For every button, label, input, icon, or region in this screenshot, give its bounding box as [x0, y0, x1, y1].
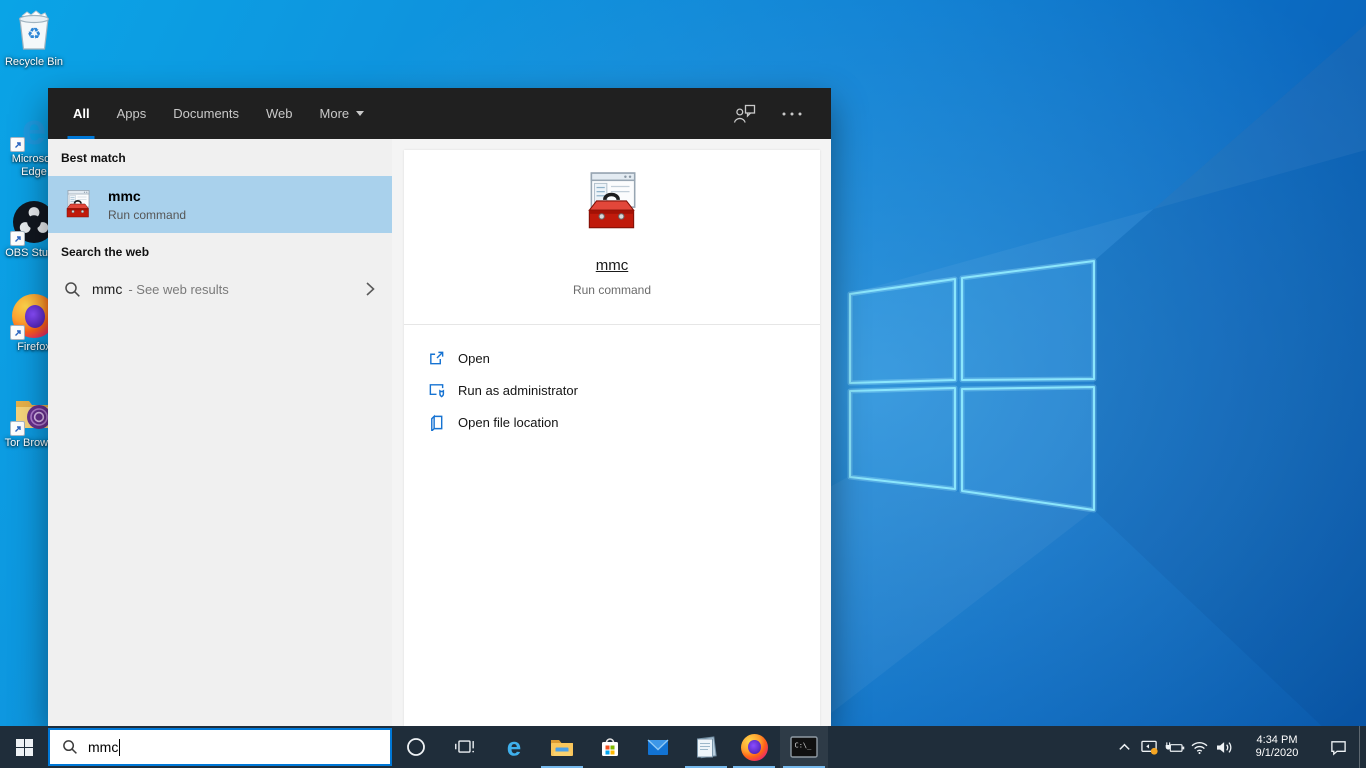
shortcut-arrow-icon: [10, 137, 25, 152]
actions-list: Open Run as administrator Open file loca…: [404, 325, 820, 438]
tab-label: More: [319, 106, 350, 121]
search-query-text: mmc: [88, 739, 119, 755]
edge-icon: e: [507, 734, 521, 760]
tab-web[interactable]: Web: [266, 88, 293, 139]
action-open[interactable]: Open: [428, 342, 820, 374]
chevron-down-icon: [356, 111, 365, 116]
action-label: Run as administrator: [458, 382, 578, 398]
action-center-icon: [1330, 740, 1346, 756]
tab-more[interactable]: More: [320, 88, 365, 139]
file-explorer-icon: [551, 740, 573, 756]
best-match-header: Best match: [61, 151, 126, 165]
show-desktop-button[interactable]: [1359, 726, 1366, 768]
web-result-mmc[interactable]: mmc - See web results: [48, 270, 392, 308]
shortcut-arrow-icon: [10, 421, 25, 436]
taskbar: mmc e C:\_ 4:34 PM 9/1/2020: [0, 726, 1366, 768]
cortana-button[interactable]: [392, 726, 440, 768]
tray-display-status-icon[interactable]: [1137, 726, 1162, 768]
search-icon: [62, 739, 78, 755]
mail-icon: [647, 739, 669, 755]
svg-text:e: e: [507, 734, 521, 760]
svg-text:e: e: [22, 106, 46, 150]
result-title: mmc: [108, 187, 141, 204]
shortcut-arrow-icon: [10, 231, 25, 246]
result-subtitle: Run command: [108, 207, 187, 222]
tray-battery-icon[interactable]: [1162, 726, 1187, 768]
taskbar-app-firefox[interactable]: [730, 726, 778, 768]
start-search-panel: All Apps Documents Web More Best match m…: [48, 88, 831, 726]
firefox-icon: [740, 733, 768, 761]
preview-section: mmc Run command: [404, 150, 820, 325]
task-view-button[interactable]: [440, 726, 488, 768]
clock-time: 4:34 PM: [1256, 734, 1298, 746]
web-query: mmc: [92, 281, 123, 297]
shortcut-arrow-icon: [10, 325, 25, 340]
user-feedback-icon[interactable]: [733, 104, 757, 124]
terminal-icon: C:\_: [790, 736, 818, 758]
web-suffix: - See web results: [128, 281, 229, 297]
tab-documents[interactable]: Documents: [173, 88, 239, 139]
best-match-result-mmc[interactable]: mmc Run command: [48, 176, 392, 233]
tab-label: Web: [266, 106, 293, 121]
action-center-button[interactable]: [1317, 726, 1359, 768]
tray-chevron-up-icon[interactable]: [1112, 726, 1137, 768]
tray-volume-icon[interactable]: [1212, 726, 1237, 768]
search-filter-bar: All Apps Documents Web More: [48, 88, 831, 139]
search-results-list: Best match mmc Run command Search the we…: [48, 139, 392, 726]
desktop-icon-recycle-bin[interactable]: ♻ Recycle Bin: [1, 5, 67, 69]
action-open-file-location[interactable]: Open file location: [428, 406, 820, 438]
tray-wifi-icon[interactable]: [1187, 726, 1212, 768]
start-button[interactable]: [0, 726, 48, 768]
taskbar-app-store[interactable]: [586, 726, 634, 768]
preview-title: mmc: [595, 257, 629, 274]
tab-label: Apps: [116, 106, 147, 121]
admin-shield-icon: [428, 382, 445, 399]
recycle-bin-icon: ♻: [10, 5, 58, 53]
preview-subtitle: Run command: [572, 283, 652, 297]
action-label: Open file location: [458, 414, 559, 430]
svg-text:♻: ♻: [27, 24, 41, 43]
text-caret: [119, 738, 121, 756]
cortana-icon: [407, 738, 425, 756]
action-run-as-administrator[interactable]: Run as administrator: [428, 374, 820, 406]
taskbar-app-terminal[interactable]: C:\_: [780, 726, 828, 768]
notepad-icon: [697, 736, 717, 759]
search-icon: [64, 281, 81, 298]
task-view-icon: [455, 740, 474, 753]
taskbar-search-input[interactable]: mmc: [48, 728, 392, 766]
file-location-icon: [428, 414, 445, 431]
start-icon: [15, 738, 33, 756]
desktop-icon-label: Recycle Bin: [4, 56, 64, 68]
mmc-toolbox-icon: [62, 189, 94, 221]
taskbar-app-notepad[interactable]: [682, 726, 730, 768]
tab-all[interactable]: All: [73, 88, 90, 139]
chevron-right-icon[interactable]: [365, 281, 375, 297]
system-tray: 4:34 PM 9/1/2020: [1112, 726, 1366, 768]
taskbar-app-edge[interactable]: e: [490, 726, 538, 768]
tab-label: All: [73, 106, 90, 121]
tab-apps[interactable]: Apps: [117, 88, 147, 139]
open-icon: [428, 350, 445, 367]
search-the-web-header: Search the web: [61, 245, 150, 259]
mmc-toolbox-icon: [579, 170, 645, 236]
tab-label: Documents: [173, 106, 240, 121]
taskbar-clock[interactable]: 4:34 PM 9/1/2020: [1244, 734, 1310, 760]
ellipsis-icon[interactable]: [781, 112, 803, 116]
svg-text:C:\_: C:\_: [795, 742, 813, 750]
taskbar-app-mail[interactable]: [634, 726, 682, 768]
clock-date: 9/1/2020: [1255, 747, 1299, 759]
action-label: Open: [458, 350, 490, 366]
search-preview-pane: mmc Run command Open Run as administrato…: [392, 139, 831, 726]
store-icon: [602, 738, 618, 756]
taskbar-app-file-explorer[interactable]: [538, 726, 586, 768]
